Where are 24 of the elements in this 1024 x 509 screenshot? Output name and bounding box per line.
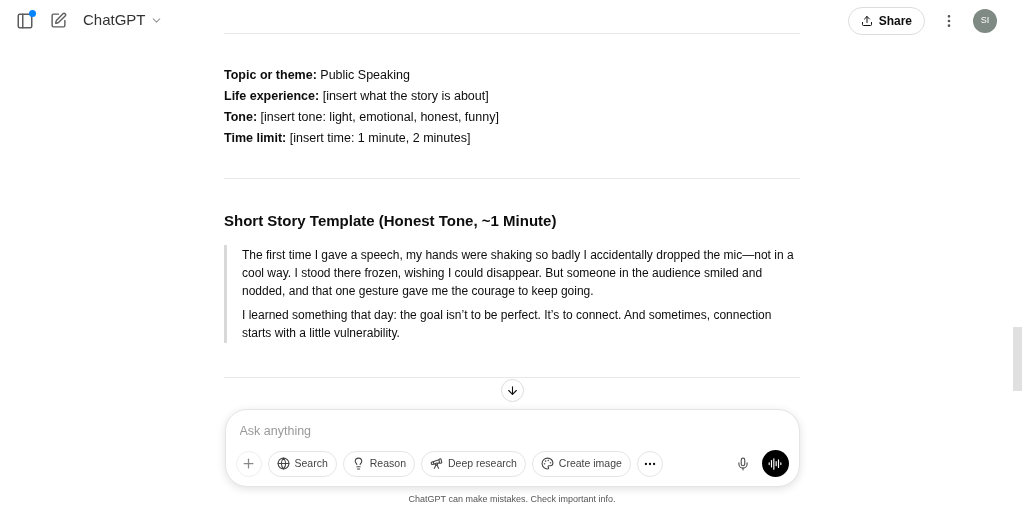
arrow-down-icon: [505, 384, 519, 397]
sound-wave-icon: [768, 456, 782, 471]
telescope-icon: [430, 457, 443, 470]
scrollbar-thumb: [1013, 327, 1022, 391]
field-line: Time limit: [insert time: 1 minute, 2 minutes]: [224, 130, 472, 147]
microphone-icon: [735, 456, 750, 471]
palette-icon: [540, 457, 554, 470]
upload-icon: [860, 14, 873, 27]
disclaimer-text: ChatGPT can make mistakes. Check important info.: [407, 493, 617, 506]
model-selector[interactable]: ChatGPT: [83, 9, 163, 32]
globe-icon: [276, 457, 290, 470]
prompt-input[interactable]: Ask anything: [239, 421, 789, 441]
section-heading: Short Story Template (Honest Tone, ~1 Minute): [224, 211, 558, 231]
new-chat-icon[interactable]: [50, 12, 67, 29]
quote-paragraph: I learned something that day: the goal isn’t to be perfect. It’s to connect. And sometimes, connection starts with a little vulnerability.: [242, 307, 773, 342]
plus-icon: [241, 456, 256, 471]
quote-paragraph: The first time I gave a speech, my hands were shaking so badly I accidentally dropped the mic—not in a cool way. I stood there frozen, wishing I could disappear. But someone in the audience smiled and nodded, and that one gesture gave me the courage to keep going.: [242, 247, 795, 300]
field-line: Topic or theme: Public Speaking: [224, 67, 411, 84]
avatar[interactable]: SI: [973, 8, 997, 33]
sidebar-toggle-icon[interactable]: [16, 11, 34, 30]
field-line: Life experience: [insert what the story is about]: [224, 88, 490, 105]
field-line: Tone: [insert tone: light, emotional, honest, funny]: [224, 109, 500, 126]
voice-mode-button[interactable]: [761, 450, 789, 477]
scroll-down-button[interactable]: [500, 379, 524, 402]
